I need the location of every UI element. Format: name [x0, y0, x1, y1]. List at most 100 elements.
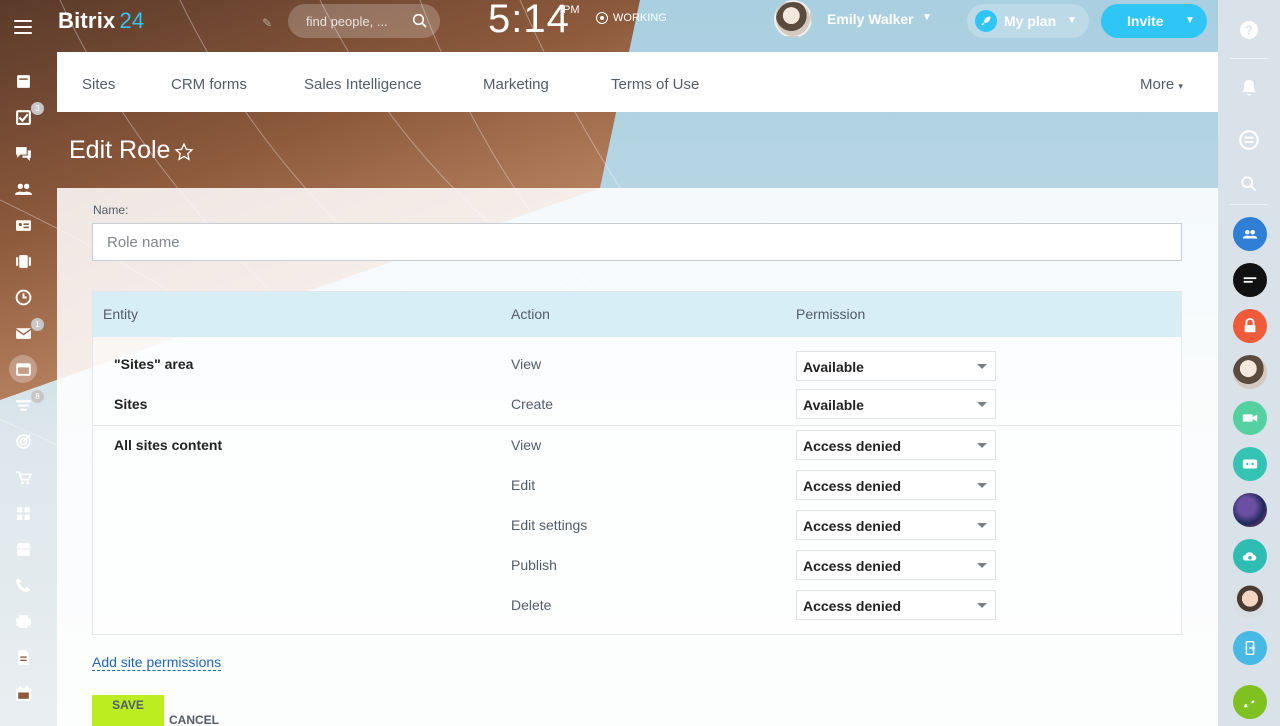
video-icon[interactable]	[9, 247, 37, 275]
contact-avatar[interactable]	[1233, 585, 1267, 619]
call-phone-icon[interactable]	[1233, 685, 1267, 719]
clock-ampm: PM	[563, 4, 580, 16]
role-name-input[interactable]	[92, 223, 1182, 261]
nav-more-label: More	[1140, 76, 1175, 93]
permission-select[interactable]: Access denied	[796, 550, 996, 580]
nav-more-button[interactable]: More ▾	[1140, 76, 1183, 93]
store-icon[interactable]	[9, 535, 37, 563]
nav-item-terms-of-use[interactable]: Terms of Use	[611, 76, 699, 93]
permission-value: Access denied	[803, 558, 902, 574]
nav-more-chevron-icon: ▾	[1178, 81, 1183, 91]
edit-role-panel: Name: Entity Action Permission "Sites" a…	[57, 188, 1218, 726]
cancel-button[interactable]: CANCEL	[169, 713, 219, 726]
work-status-label: WORKING	[613, 12, 667, 24]
action-publish: Publish	[511, 557, 557, 573]
logo-name: Bitrix	[58, 8, 116, 33]
mail-badge: 1	[31, 318, 44, 331]
permission-select[interactable]: Available	[796, 351, 996, 381]
logo-number: 24	[119, 8, 145, 33]
employees-icon[interactable]	[9, 175, 37, 203]
mobile-transfer-icon[interactable]	[1233, 631, 1267, 665]
tasks-badge: 3	[31, 102, 44, 115]
edit-logo-icon[interactable]: ✎	[262, 16, 272, 30]
permissions-table-header: Entity Action Permission	[93, 292, 1181, 337]
nav-item-sales-intelligence[interactable]: Sales Intelligence	[304, 76, 422, 93]
dropdown-arrow-icon	[977, 483, 987, 488]
divider	[1230, 204, 1268, 205]
target-icon[interactable]	[9, 427, 37, 455]
cloud-disk-icon[interactable]	[1233, 539, 1267, 573]
sites-icon[interactable]	[9, 355, 37, 383]
permission-select[interactable]: Access denied	[796, 470, 996, 500]
search-box	[288, 4, 440, 38]
left-sidebar: 3 1 8	[0, 0, 46, 726]
user-menu-chevron-icon[interactable]: ▼	[922, 12, 932, 23]
svg-text:?: ?	[1245, 23, 1253, 38]
video-conference-icon[interactable]	[1233, 447, 1267, 481]
name-label: Name:	[93, 203, 129, 217]
permission-select[interactable]: Access denied	[796, 510, 996, 540]
save-button[interactable]: SAVE	[92, 695, 164, 726]
phone-icon[interactable]	[9, 571, 37, 599]
work-status-icon	[596, 12, 608, 24]
permission-value: Available	[803, 359, 864, 375]
action-edit-settings: Edit settings	[511, 517, 588, 533]
favorite-star-icon[interactable]	[174, 142, 194, 162]
cart-icon[interactable]	[9, 463, 37, 491]
search-input[interactable]	[306, 12, 414, 30]
app-logo[interactable]: Bitrix 24	[58, 8, 144, 34]
right-search-icon[interactable]	[1235, 170, 1263, 198]
invite-button[interactable]: Invite ▼	[1101, 4, 1207, 38]
group-chat-icon[interactable]	[1233, 217, 1267, 251]
nav-item-sites[interactable]: Sites	[82, 76, 115, 93]
page-title: Edit Role	[69, 136, 171, 164]
menu-icon[interactable]	[14, 20, 32, 34]
fusion-chat-avatar[interactable]	[1233, 263, 1267, 297]
dropdown-arrow-icon	[977, 443, 987, 448]
row-separator	[93, 425, 1181, 426]
work-status[interactable]: WORKING	[596, 12, 667, 24]
apps-icon[interactable]	[9, 499, 37, 527]
rocket-icon	[975, 10, 997, 32]
docs-icon[interactable]	[9, 643, 37, 671]
lock-icon[interactable]	[1233, 309, 1267, 343]
action-view: View	[511, 437, 542, 453]
nav-item-crm-forms[interactable]: CRM forms	[171, 76, 247, 93]
notifications-bell-icon[interactable]	[1235, 74, 1263, 102]
user-chat-avatar[interactable]	[1233, 355, 1267, 389]
feed-icon[interactable]	[9, 67, 37, 95]
add-site-permissions-link[interactable]: Add site permissions	[92, 654, 222, 671]
clock-icon[interactable]	[9, 283, 37, 311]
divider	[1230, 58, 1268, 59]
clock-time[interactable]: 5:14	[488, 0, 570, 42]
permission-select[interactable]: Access denied	[796, 590, 996, 620]
search-icon[interactable]	[412, 13, 428, 29]
permission-value: Access denied	[803, 478, 902, 494]
event-chat-avatar[interactable]	[1233, 493, 1267, 527]
dropdown-arrow-icon	[977, 402, 987, 407]
header-permission: Permission	[796, 306, 866, 322]
messenger-icon[interactable]	[1235, 126, 1263, 154]
print-icon[interactable]	[9, 607, 37, 635]
user-name[interactable]: Emily Walker	[827, 11, 914, 27]
permission-select[interactable]: Available	[796, 389, 996, 419]
invite-label: Invite	[1127, 13, 1164, 29]
dropdown-arrow-icon	[977, 523, 987, 528]
video-call-icon[interactable]	[1233, 401, 1267, 435]
permission-value: Access denied	[803, 438, 902, 454]
chat-icon[interactable]	[9, 139, 37, 167]
help-icon[interactable]: ?	[1235, 16, 1263, 44]
nav-item-marketing[interactable]: Marketing	[483, 76, 549, 93]
contacts-icon[interactable]	[9, 211, 37, 239]
action-edit: Edit	[511, 477, 536, 493]
user-avatar[interactable]	[774, 0, 812, 38]
permission-value: Access denied	[803, 598, 902, 614]
permission-select[interactable]: Access denied	[796, 430, 996, 460]
invite-chevron-icon: ▼	[1185, 15, 1195, 26]
entity-all-sites-content: All sites content	[114, 437, 223, 453]
my-plan-button[interactable]: My plan ▼	[967, 4, 1089, 38]
right-sidebar: ?	[1218, 0, 1280, 726]
calendar-icon[interactable]	[9, 679, 37, 707]
dropdown-arrow-icon	[977, 563, 987, 568]
dropdown-arrow-icon	[977, 364, 987, 369]
